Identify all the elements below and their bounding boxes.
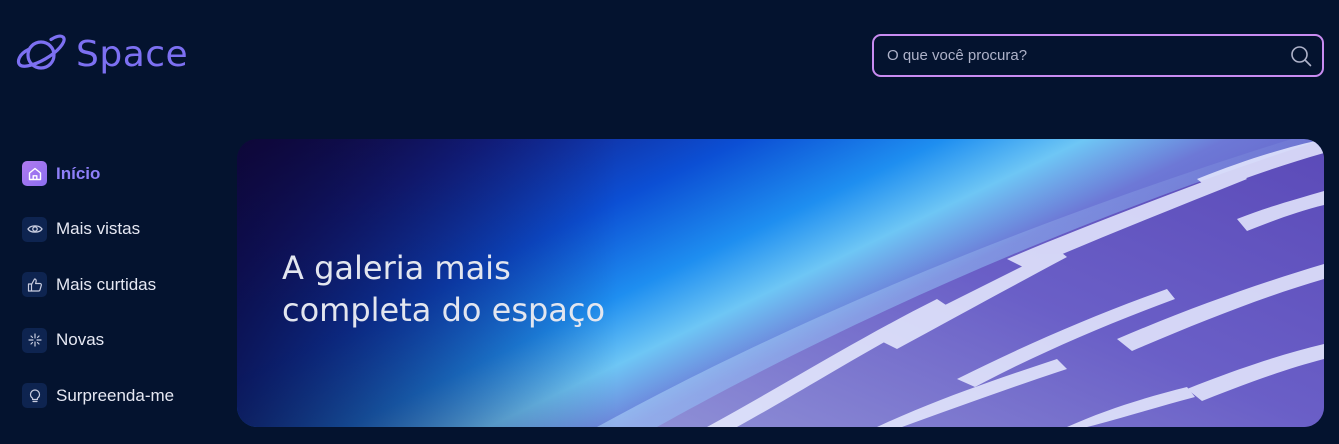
sidebar-item-label: Surpreenda-me [56, 385, 175, 405]
eye-icon [22, 216, 47, 242]
sidebar-item-mais-curtidas[interactable]: Mais curtidas [22, 257, 222, 313]
planet-icon [16, 34, 66, 70]
page: Space Início Ma [0, 0, 1339, 444]
search-bar [872, 34, 1324, 77]
sidebar-item-label: Início [56, 163, 101, 183]
sidebar-item-label: Mais vistas [56, 219, 141, 239]
home-icon [22, 161, 47, 187]
thumbs-up-icon [22, 272, 47, 298]
lightbulb-icon [22, 383, 47, 409]
hero-banner: A galeria mais completa do espaço [237, 139, 1324, 427]
sparkle-icon [22, 327, 47, 353]
search-input[interactable] [885, 46, 1290, 65]
sidebar-item-surpreenda-me[interactable]: Surpreenda-me [22, 368, 222, 424]
sidebar-item-label: Mais curtidas [56, 274, 157, 294]
sidebar-item-mais-vistas[interactable]: Mais vistas [22, 202, 222, 258]
app-title: Space [76, 34, 189, 75]
sidebar: Início Mais vistas Mais curtidas Novas S… [22, 146, 222, 424]
search-icon[interactable] [1290, 45, 1312, 67]
banner-title: A galeria mais completa do espaço [282, 249, 606, 329]
logo[interactable]: Space [16, 33, 188, 77]
sidebar-item-novas[interactable]: Novas [22, 313, 222, 369]
sidebar-item-inicio[interactable]: Início [22, 146, 222, 202]
sidebar-item-label: Novas [56, 330, 105, 350]
